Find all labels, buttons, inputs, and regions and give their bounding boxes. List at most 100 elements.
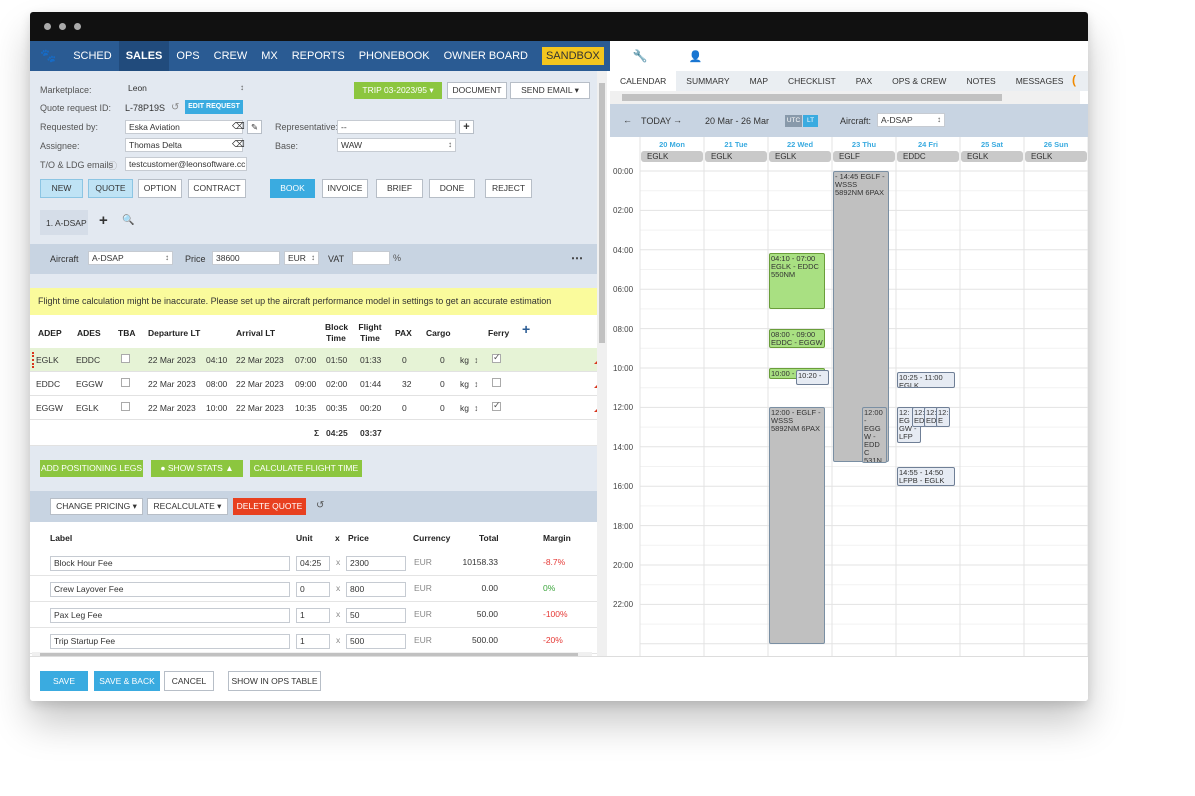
calendar-event[interactable]: 10:20 - <box>796 369 829 385</box>
leg-row[interactable]: EDDC EGGW 22 Mar 2023 08:00 22 Mar 2023 09:00… <box>30 372 600 396</box>
ferry-checkbox[interactable] <box>492 400 501 411</box>
price-unit-input[interactable]: 1 <box>296 608 330 623</box>
tabs-scrollbar[interactable] <box>610 91 1080 104</box>
unit-select-icon[interactable]: ↕ <box>474 403 478 413</box>
info-icon[interactable]: ⓘ <box>108 159 117 172</box>
unit-select-icon[interactable]: ↕ <box>474 355 478 365</box>
ferry-checkbox[interactable] <box>492 378 501 387</box>
price-value-input[interactable]: 800 <box>346 582 406 597</box>
calculate-flight-time-button[interactable]: CALCULATE FLIGHT TIME <box>250 460 362 477</box>
power-icon[interactable]: ⏻ <box>854 48 864 64</box>
edit-request-button[interactable]: EDIT REQUEST <box>185 100 243 114</box>
history-icon[interactable]: ↺ <box>316 500 324 511</box>
recalculate-button[interactable]: RECALCULATE ▾ <box>147 498 228 515</box>
lt-toggle[interactable]: LT <box>803 115 818 127</box>
aircraft-tab[interactable]: 1. A-DSAP <box>40 210 88 235</box>
nav-item-phonebook[interactable]: PHONEBOOK <box>352 41 437 71</box>
assignee-input[interactable]: Thomas Delta <box>125 138 243 152</box>
status-button-book[interactable]: BOOK <box>270 179 315 198</box>
status-button-option[interactable]: OPTION <box>138 179 182 198</box>
calendar-event[interactable]: 12:00 - EGLF - WSSS 5892NM 6PAX <box>769 407 825 644</box>
price-value-input[interactable]: 2300 <box>346 556 406 571</box>
status-button-new[interactable]: NEW <box>40 179 83 198</box>
gear-icon[interactable]: ⚙ <box>666 49 677 63</box>
add-aircraft-icon[interactable]: + <box>99 212 108 229</box>
leg-row[interactable]: EGGW EGLK 22 Mar 2023 10:00 22 Mar 2023 10:35… <box>30 396 600 420</box>
nav-item-sales[interactable]: SALES <box>118 41 170 71</box>
window-dot[interactable] <box>74 23 81 30</box>
tba-checkbox[interactable] <box>121 378 130 387</box>
currency-select[interactable]: EUR <box>284 251 319 265</box>
tab-checklist[interactable]: CHECKLIST <box>778 71 846 91</box>
price-value-input[interactable]: 500 <box>346 634 406 649</box>
base-input[interactable]: WAW <box>337 138 456 152</box>
tab-messages[interactable]: MESSAGES <box>1006 71 1074 91</box>
trip-button[interactable]: TRIP 03-2023/95 ▾ <box>354 82 442 99</box>
tba-checkbox[interactable] <box>121 354 130 363</box>
nav-item-crew[interactable]: CREW <box>207 41 255 71</box>
price-label-input[interactable]: Pax Leg Fee <box>50 608 290 623</box>
aircraft-select[interactable]: A-DSAP <box>88 251 173 265</box>
calendar-event[interactable]: 10:25 - 11:00 EGLK <box>897 371 955 388</box>
status-button-quote[interactable]: QUOTE <box>88 179 133 198</box>
history-icon[interactable]: ↺ <box>171 102 179 113</box>
calendar-event[interactable]: 12:00 - EGG W - EDD C 531N M <box>862 407 887 463</box>
window-dot[interactable] <box>59 23 66 30</box>
prev-week-icon[interactable]: ← <box>623 115 632 125</box>
save-button[interactable]: SAVE <box>40 671 88 691</box>
status-button-contract[interactable]: CONTRACT <box>188 179 246 198</box>
more-tabs-icon[interactable]: ( <box>1072 73 1076 87</box>
calendar-event[interactable]: 14:55 - 14:50 LFPB - EGLK <box>897 466 955 487</box>
today-button[interactable]: TODAY <box>641 116 671 126</box>
tab-calendar[interactable]: CALENDAR <box>610 71 677 91</box>
tab-summary[interactable]: SUMMARY <box>676 71 739 91</box>
utc-toggle[interactable]: UTC <box>785 115 802 127</box>
window-dot[interactable] <box>44 23 51 30</box>
cancel-button[interactable]: CANCEL <box>164 671 214 691</box>
plane-icon[interactable]: ✈ <box>610 48 621 64</box>
change-pricing-button[interactable]: CHANGE PRICING ▾ <box>50 498 143 515</box>
calendar-event[interactable]: 04:10 - 07:00 EGLK - EDDC 550NM <box>769 253 825 309</box>
vat-input[interactable] <box>352 251 390 265</box>
save-and-back-button[interactable]: SAVE & BACK <box>94 671 160 691</box>
clear-icon[interactable]: ⌫ <box>232 139 245 150</box>
add-representative-button[interactable]: + <box>459 120 474 134</box>
requested-by-input[interactable]: Eska Aviation <box>125 120 243 134</box>
clear-icon[interactable]: ⌫ <box>232 121 245 132</box>
tab-map[interactable]: MAP <box>740 71 778 91</box>
tab-ops-crew[interactable]: OPS & CREW <box>882 71 956 91</box>
price-label-input[interactable]: Crew Layover Fee <box>50 582 290 597</box>
left-vertical-scrollbar[interactable] <box>597 71 607 660</box>
price-label-input[interactable]: Block Hour Fee <box>50 556 290 571</box>
next-week-icon[interactable]: → <box>673 115 682 125</box>
status-button-done[interactable]: DONE <box>429 179 475 198</box>
status-button-invoice[interactable]: INVOICE <box>322 179 368 198</box>
nav-item-reports[interactable]: REPORTS <box>285 41 352 71</box>
price-input[interactable]: 38600 <box>212 251 280 265</box>
ferry-checkbox[interactable] <box>492 352 501 363</box>
nav-item-owner-board[interactable]: OWNER BOARD <box>437 41 535 71</box>
status-button-reject[interactable]: REJECT <box>485 179 532 198</box>
wrench-icon[interactable]: 🔧▾ <box>633 49 654 63</box>
delete-quote-button[interactable]: DELETE QUOTE <box>233 498 306 515</box>
add-leg-icon[interactable]: + <box>522 322 530 336</box>
show-stats-button[interactable]: ● SHOW STATS ▲ <box>151 460 243 477</box>
tab-pax[interactable]: PAX <box>846 71 882 91</box>
tab-notes[interactable]: NOTES <box>956 71 1005 91</box>
nav-item-mx[interactable]: MX <box>254 41 285 71</box>
edit-pencil-icon[interactable]: ✎ <box>247 120 262 134</box>
search-icon[interactable]: 🔍 <box>122 215 134 226</box>
document-button[interactable]: DOCUMENT <box>447 82 507 99</box>
tba-checkbox[interactable] <box>121 402 130 411</box>
calendar-event[interactable]: 08:00 - 09:00 EDDC - EGGW <box>769 328 825 349</box>
price-unit-input[interactable]: 1 <box>296 634 330 649</box>
nav-item-sched[interactable]: SCHED <box>66 41 119 71</box>
price-value-input[interactable]: 50 <box>346 608 406 623</box>
representative-input[interactable]: -- <box>337 120 456 134</box>
emails-input[interactable]: testcustomer@leonsoftware.cc <box>125 157 247 171</box>
add-positioning-legs-button[interactable]: ADD POSITIONING LEGS <box>40 460 143 477</box>
more-options-icon[interactable]: ⋯ <box>571 251 583 265</box>
nav-item-ops[interactable]: OPS <box>169 41 206 71</box>
aircraft-select[interactable]: A-DSAP <box>877 113 945 127</box>
price-unit-input[interactable]: 04:25 <box>296 556 330 571</box>
